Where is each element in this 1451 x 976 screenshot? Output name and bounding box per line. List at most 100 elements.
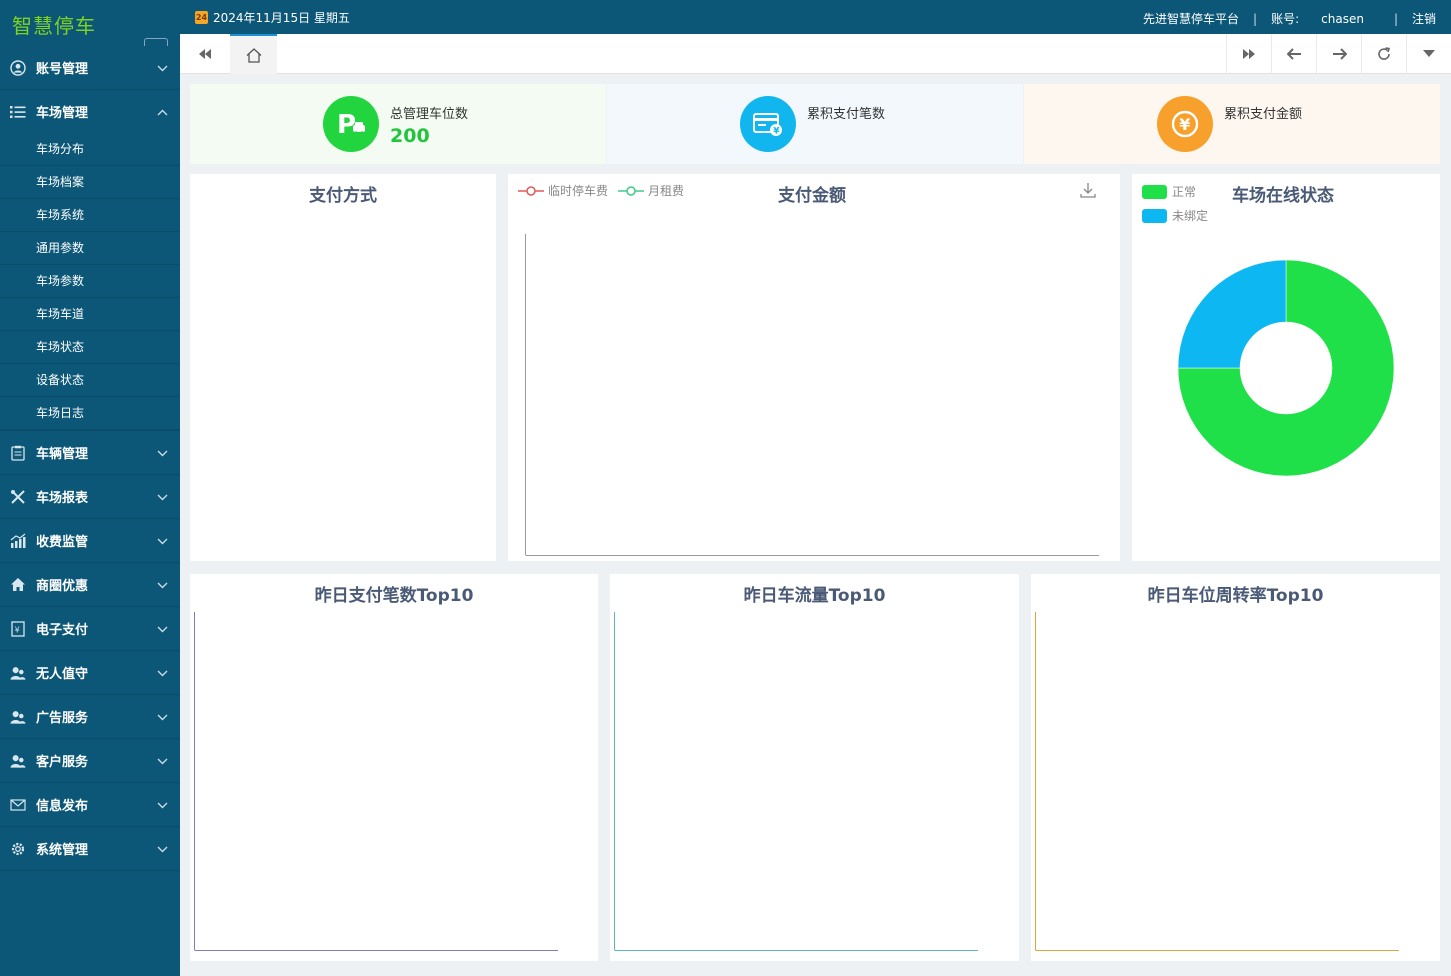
chevron-down-icon [157, 494, 168, 501]
envelope-icon [10, 797, 26, 813]
sidebar-group: 车辆管理 [0, 431, 180, 475]
svg-text:¥: ¥ [1179, 115, 1190, 134]
chevron-down-icon [157, 714, 168, 721]
sidebar-chevron [157, 798, 168, 812]
logout-link[interactable]: 注销 [1412, 10, 1436, 27]
panel-top-pay: 昨日支付笔数Top10 [190, 574, 598, 961]
tab-home[interactable] [230, 34, 277, 74]
panel-payment-method: 支付方式 [190, 174, 496, 561]
stat-payment-count: ¥ 累积支付笔数 [607, 84, 1023, 164]
sidebar-group: 收费监管 [0, 519, 180, 563]
sidebar-subitem[interactable]: 车场系统 [0, 199, 180, 232]
home-icon [10, 577, 26, 593]
chevron-down-icon [157, 626, 168, 633]
account-value: chasen [1321, 11, 1364, 26]
sidebar-submenu: 车场分布 车场档案 车场系统 通用参数 车场参数 车场车道 车场状态 设备状态 车场日志 [0, 133, 180, 430]
sidebar-group-header[interactable]: 商圈优惠 [0, 563, 180, 606]
parking-icon: P [337, 110, 365, 140]
sidebar-subitem[interactable]: 车场档案 [0, 166, 180, 199]
users-icon [10, 709, 26, 725]
stat-value: 200 [390, 125, 430, 147]
top-bar: 24 2024年11月15日 星期五 先进智慧停车平台 | 账号: chasen… [180, 0, 1451, 34]
sidebar-group-label: 信息发布 [36, 799, 89, 814]
caret-down-icon [1423, 50, 1435, 57]
top-flow-axes [614, 612, 978, 951]
double-left-arrow-icon [199, 49, 211, 59]
sidebar-toggle[interactable] [144, 38, 168, 46]
donut-slice-unbound[interactable] [1177, 259, 1287, 369]
sidebar-group: 无人值守 [0, 651, 180, 695]
refresh-button[interactable] [1361, 34, 1406, 74]
sidebar-group: 信息发布 [0, 783, 180, 827]
sidebar-group-header[interactable]: 账号管理 [0, 46, 180, 89]
sidebar-group: 商圈优惠 [0, 563, 180, 607]
separator: | [1253, 11, 1258, 26]
date-text: 2024年11月15日 星期五 [213, 11, 350, 25]
chevron-down-icon [157, 846, 168, 853]
arrow-left-icon [1286, 48, 1301, 60]
sidebar-subitem[interactable]: 车场日志 [0, 397, 180, 430]
sidebar-group-header[interactable]: 收费监管 [0, 519, 180, 562]
payment-card-icon: ¥ [753, 113, 782, 137]
sidebar-group-label: 客户服务 [36, 755, 89, 770]
sidebar-group-label: 收费监管 [36, 535, 89, 550]
stat-label: 累积支付金额 [1224, 107, 1303, 122]
sidebar-group-header[interactable]: 无人值守 [0, 651, 180, 694]
scroll-tabs-right-button[interactable] [1226, 34, 1271, 74]
sidebar-group-label: 商圈优惠 [36, 579, 89, 594]
sidebar-group-header[interactable]: 客户服务 [0, 739, 180, 782]
sidebar-subitem[interactable]: 车场车道 [0, 298, 180, 331]
sidebar-group: ¥ 电子支付 [0, 607, 180, 651]
panel-title: 支付方式 [309, 186, 377, 206]
panel-top-turnover: 昨日车位周转率Top10 [1031, 574, 1440, 961]
sidebar-group: 广告服务 [0, 695, 180, 739]
chevron-down-icon [157, 802, 168, 809]
separator: | [1393, 11, 1398, 26]
sidebar-group-header[interactable]: ¥ 电子支付 [0, 607, 180, 650]
sidebar-chevron [157, 578, 168, 592]
sidebar-subitem[interactable]: 设备状态 [0, 364, 180, 397]
chevron-down-icon [157, 758, 168, 765]
sidebar-chevron [157, 622, 168, 636]
sidebar-group-label: 系统管理 [36, 843, 89, 858]
stat-icon-circle: ¥ [1157, 96, 1213, 152]
tab-options-dropdown[interactable] [1406, 34, 1451, 74]
sidebar-group-header[interactable]: 车场管理 [0, 90, 180, 133]
sidebar-group-header[interactable]: 车辆管理 [0, 431, 180, 474]
sidebar-group: 系统管理 [0, 827, 180, 871]
sidebar-group-label: 车场管理 [36, 106, 89, 121]
panel-top-flow: 昨日车流量Top10 [610, 574, 1019, 961]
sidebar-chevron [157, 666, 168, 680]
tools-icon [10, 489, 26, 505]
sidebar-chevron [157, 490, 168, 504]
clipboard-icon [10, 445, 26, 461]
chevron-down-icon [157, 65, 168, 72]
panel-payment-amount: 临时停车费 月租费 支付金额 [508, 174, 1120, 561]
svg-text:P: P [337, 110, 356, 140]
back-button[interactable] [1271, 34, 1316, 74]
panel-online-status: 正常 未绑定 车场在线状态 [1132, 174, 1440, 561]
stat-label: 总管理车位数 [390, 107, 469, 122]
bar-chart-icon [10, 533, 26, 549]
sidebar-group-label: 无人值守 [36, 667, 89, 682]
sidebar-group-header[interactable]: 广告服务 [0, 695, 180, 738]
sidebar-subitem[interactable]: 车场参数 [0, 265, 180, 298]
sidebar-menu: 账号管理车场管理车场分布 车场档案 车场系统 通用参数 车场参数 车场车道 车场状态 设备状态… [0, 46, 180, 871]
forward-button[interactable] [1316, 34, 1361, 74]
sidebar-subitem[interactable]: 车场状态 [0, 331, 180, 364]
sidebar-group-header[interactable]: 车场报表 [0, 475, 180, 518]
chevron-down-icon [157, 538, 168, 545]
users-icon [10, 753, 26, 769]
home-icon [246, 47, 261, 63]
sidebar-subitem[interactable]: 车场分布 [0, 133, 180, 166]
platform-name: 先进智慧停车平台 [1143, 12, 1240, 26]
scroll-tabs-left-button[interactable] [180, 34, 230, 74]
sidebar-subitem[interactable]: 通用参数 [0, 232, 180, 265]
sidebar-group-header[interactable]: 系统管理 [0, 827, 180, 870]
user-bar: 先进智慧停车平台 | 账号: chasen | 注销 [1143, 10, 1436, 27]
sidebar-group-label: 电子支付 [36, 623, 89, 638]
sidebar-group-header[interactable]: 信息发布 [0, 783, 180, 826]
sidebar-chevron [157, 534, 168, 548]
gear-icon [10, 841, 26, 857]
sidebar-group: 账号管理 [0, 46, 180, 90]
